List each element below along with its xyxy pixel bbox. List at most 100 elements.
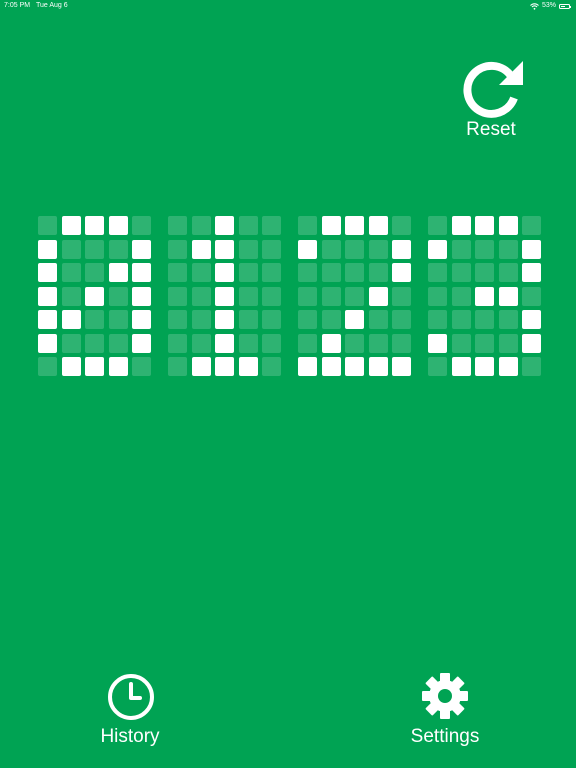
digit-4-pixel — [475, 239, 494, 259]
digit-1-pixel — [132, 216, 151, 235]
digit-4-pixel — [428, 263, 447, 282]
digit-1-pixel — [61, 333, 81, 353]
digit-4-pixel — [475, 333, 494, 353]
digit-3-pixel — [368, 216, 388, 235]
digit-4-pixel — [451, 216, 471, 235]
digit-4-pixel — [451, 263, 471, 282]
digit-1-pixel — [108, 239, 128, 259]
digit-3-pixel — [345, 263, 364, 282]
digit-1-pixel — [85, 239, 104, 259]
digit-1-pixel — [38, 263, 57, 282]
status-bar: 7:05 PM Tue Aug 6 53% — [0, 0, 576, 12]
digit-2-pixel — [262, 310, 281, 329]
digit-3-pixel — [321, 239, 341, 259]
digit-3-pixel — [345, 310, 364, 329]
digit-2-pixel — [262, 263, 281, 282]
digit-4-pixel — [428, 216, 447, 235]
digit-2-pixel — [215, 286, 234, 306]
digit-1-pixel — [61, 263, 81, 282]
digit-1-pixel — [132, 286, 151, 306]
digit-1-pixel — [38, 310, 57, 329]
digit-4-pixel — [451, 333, 471, 353]
digit-3-pixel — [298, 239, 317, 259]
digit-3-pixel — [321, 357, 341, 376]
digit-1-pixel — [108, 310, 128, 329]
digit-1-pixel — [38, 216, 57, 235]
digit-2-pixel — [168, 263, 187, 282]
digit-1-pixel — [108, 216, 128, 235]
digit-1-pixel — [61, 286, 81, 306]
digit-3-pixel — [298, 286, 317, 306]
digit-4-pixel — [475, 216, 494, 235]
reset-button[interactable]: Reset — [455, 56, 527, 144]
digit-1-pixel — [61, 216, 81, 235]
digit-2-pixel — [238, 263, 258, 282]
battery-icon — [559, 3, 571, 9]
digit-3-pixel — [321, 263, 341, 282]
digit-2-pixel — [215, 333, 234, 353]
digit-3-pixel — [392, 286, 411, 306]
digit-4-pixel — [428, 239, 447, 259]
digit-2-pixel — [191, 286, 211, 306]
battery-percent: 53% — [541, 2, 556, 9]
digit-4-pixel — [475, 286, 494, 306]
digit-4-pixel — [428, 333, 447, 353]
digit-3-pixel — [368, 239, 388, 259]
digit-1-pixel — [38, 286, 57, 306]
digit-2-pixel — [168, 239, 187, 259]
digit-2-pixel — [262, 286, 281, 306]
digit-1-pixel — [85, 333, 104, 353]
digit-1-pixel — [132, 263, 151, 282]
settings-label: Settings — [410, 726, 480, 747]
status-right: 53% — [530, 0, 571, 12]
digit-2-pixel — [191, 357, 211, 376]
digit-2-pixel — [215, 310, 234, 329]
digit-2-pixel — [191, 239, 211, 259]
digit-2-pixel — [262, 239, 281, 259]
digit-2-pixel — [262, 333, 281, 353]
digit-2-pixel — [238, 239, 258, 259]
digit-2-pixel — [238, 310, 258, 329]
digit-3-pixel — [368, 286, 388, 306]
digit-1-pixel — [85, 310, 104, 329]
digit-3-pixel — [321, 216, 341, 235]
status-date: Tue Aug 6 — [36, 2, 68, 9]
digit-1-pixel — [108, 263, 128, 282]
digit-3-pixel — [368, 357, 388, 376]
digit-3-pixel — [298, 310, 317, 329]
digit-3-pixel — [392, 310, 411, 329]
digit-3-pixel — [368, 263, 388, 282]
digit-1-pixel — [108, 333, 128, 353]
refresh-icon — [463, 61, 523, 118]
digit-4-pixel — [451, 310, 471, 329]
digit-3-pixel — [345, 357, 364, 376]
digit-4-pixel — [451, 286, 471, 306]
gear-icon — [422, 673, 468, 719]
digit-3-pixel — [345, 333, 364, 353]
digit-4-pixel — [522, 310, 541, 329]
digit-3-pixel — [392, 216, 411, 235]
digit-3-pixel — [345, 286, 364, 306]
digit-2-pixel — [191, 310, 211, 329]
digit-3-pixel — [298, 357, 317, 376]
digit-2-pixel — [238, 216, 258, 235]
digit-4-pixel — [498, 239, 518, 259]
settings-button[interactable]: Settings — [400, 670, 490, 752]
digit-1-pixel — [38, 239, 57, 259]
digit-1-pixel — [132, 333, 151, 353]
digit-2-pixel — [238, 357, 258, 376]
status-time: 7:05 PM — [4, 2, 31, 9]
digit-1-pixel — [85, 357, 104, 376]
digit-1-pixel — [61, 310, 81, 329]
digit-3-pixel — [392, 357, 411, 376]
digit-1-pixel — [38, 333, 57, 353]
digit-4-pixel — [475, 310, 494, 329]
digit-3-pixel — [298, 333, 317, 353]
digit-2-pixel — [215, 216, 234, 235]
digit-1-pixel — [61, 239, 81, 259]
digit-4-pixel — [498, 286, 518, 306]
digit-3-pixel — [321, 333, 341, 353]
digit-3-pixel — [392, 263, 411, 282]
digit-2-pixel — [168, 310, 187, 329]
history-button[interactable]: History — [90, 670, 170, 752]
